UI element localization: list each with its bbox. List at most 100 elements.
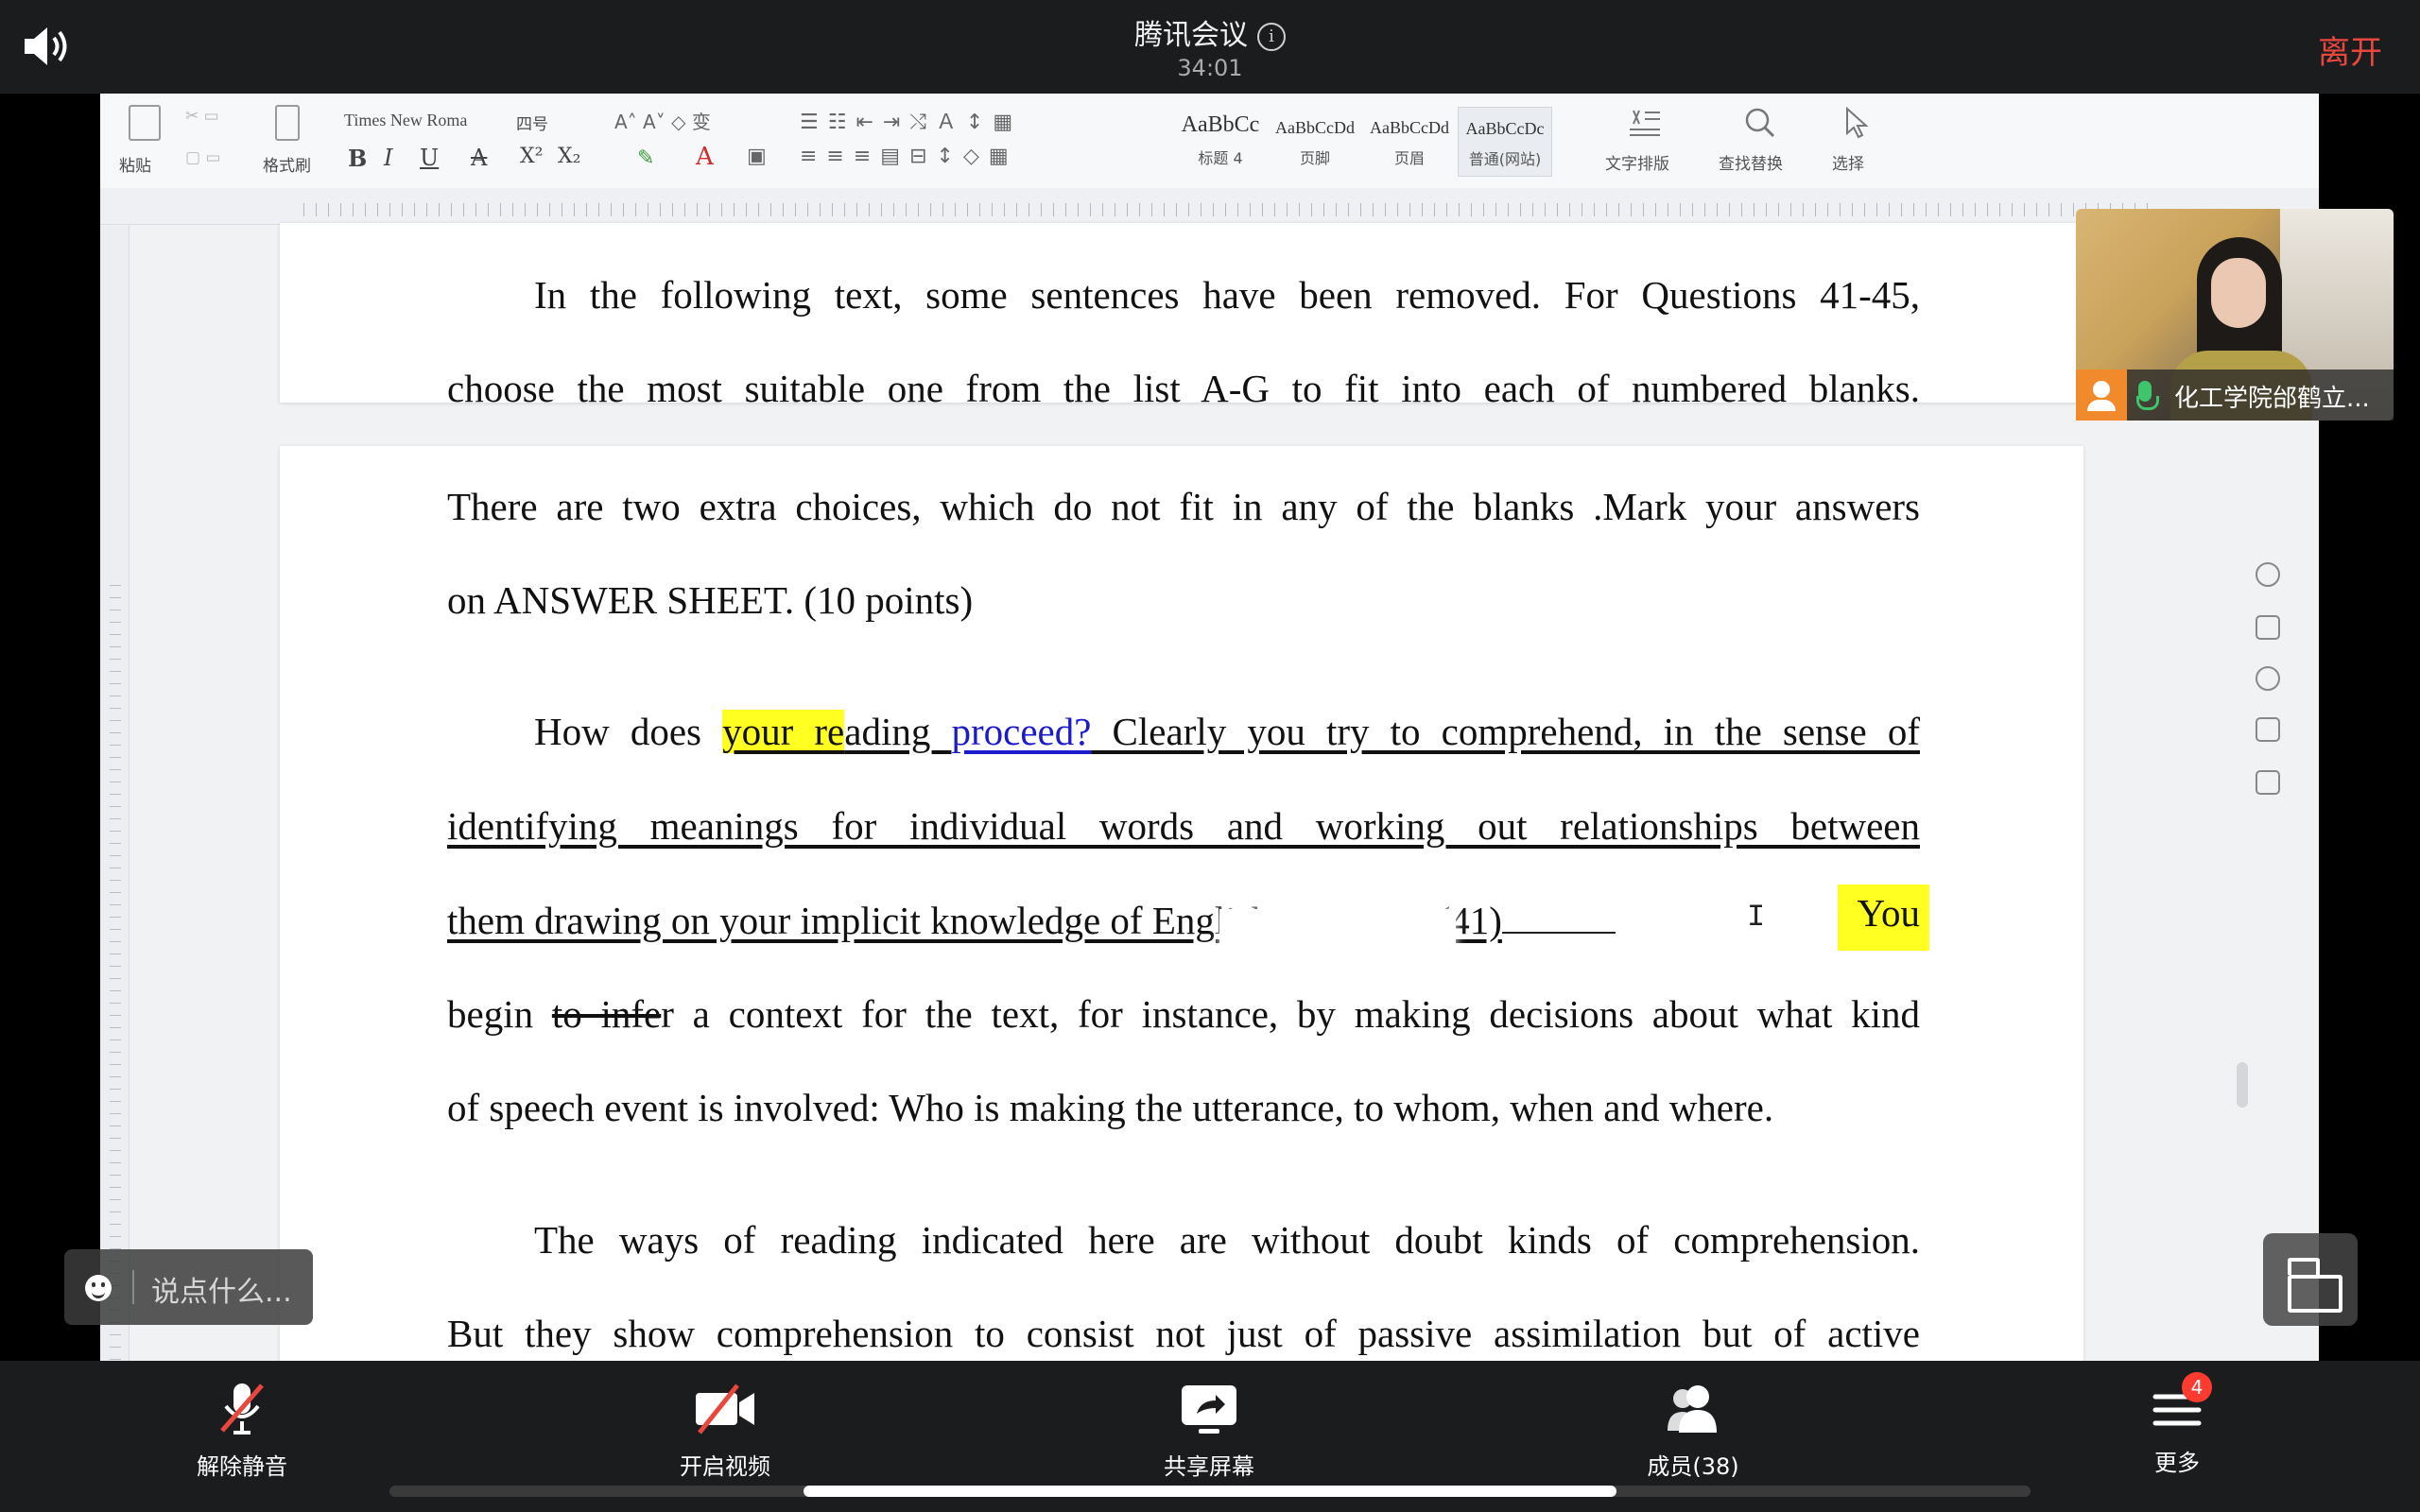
list-tools-icon[interactable]: ☰☷⇤⇥⤭Ａ↕▦ xyxy=(800,105,1022,135)
font-size-select[interactable]: 四号 xyxy=(516,111,548,134)
underline-button[interactable]: U xyxy=(420,145,439,171)
chat-placeholder: 说点什么... xyxy=(151,1276,292,1309)
style-sample: AaBbCcDd xyxy=(1275,118,1355,137)
mic-muted-icon xyxy=(220,1383,264,1435)
text-cursor-icon: I xyxy=(1747,900,1766,935)
layout-icon xyxy=(2288,1275,2342,1313)
emoji-icon[interactable] xyxy=(85,1275,112,1301)
subscript-button[interactable]: X₂ xyxy=(558,145,580,168)
notification-badge: 4 xyxy=(2182,1372,2212,1402)
members-button[interactable]: 成员(38) xyxy=(1589,1380,1797,1481)
participant-face xyxy=(2211,258,2266,328)
help-icon[interactable] xyxy=(2256,562,2280,587)
layout-icon xyxy=(2288,1258,2320,1275)
horizontal-ruler[interactable] xyxy=(100,188,2319,225)
share-screen-button[interactable]: 共享屏幕 xyxy=(1105,1380,1313,1481)
style-footer[interactable]: AaBbCcDd 页脚 xyxy=(1269,107,1361,175)
style-header[interactable]: AaBbCcDd 页眉 xyxy=(1363,107,1456,175)
copy-icon[interactable]: ▢ ▭ xyxy=(185,148,221,167)
highlighted-text: You xyxy=(1838,885,1929,951)
info-icon[interactable]: i xyxy=(1257,23,1286,51)
style-sample: AaBbCcDc xyxy=(1465,119,1545,138)
spell-check-popup[interactable] xyxy=(1219,909,1456,971)
find-replace-button[interactable]: 查找替换 xyxy=(1719,150,1783,174)
layout-switch-button[interactable] xyxy=(2263,1233,2358,1326)
style-normal-web[interactable]: AaBbCcDc 普通(网站) xyxy=(1458,107,1552,177)
paste-button[interactable]: 粘贴 xyxy=(119,152,151,176)
doc-line[interactable]: In the following text, some sentences ha… xyxy=(534,272,1920,318)
format-painter-icon[interactable] xyxy=(275,105,300,141)
unmute-label: 解除静音 xyxy=(197,1453,287,1480)
camera-off-icon xyxy=(696,1383,754,1435)
underlined-text: Clearly you try to comprehend, in the se… xyxy=(1091,710,1920,753)
doc-line[interactable]: choose the most suitable one from the li… xyxy=(447,366,1920,411)
bold-button[interactable]: B xyxy=(348,145,367,172)
blue-text: proceed? xyxy=(951,710,1092,753)
more-icon: 4 xyxy=(2144,1372,2212,1438)
text-run: begin xyxy=(447,992,552,1036)
compass-icon[interactable] xyxy=(2256,666,2280,691)
style-sample: AaBbCc xyxy=(1181,112,1260,137)
home-indicator[interactable] xyxy=(804,1486,1616,1497)
right-side-toolbar xyxy=(2227,273,2312,1361)
vertical-ruler[interactable] xyxy=(100,226,130,1361)
font-grow-icon[interactable]: A˄ A˅ ◇ 变 xyxy=(614,107,711,134)
doc-line[interactable]: How does your reading proceed? Clearly y… xyxy=(534,709,1920,754)
leave-button[interactable]: 离开 xyxy=(2318,26,2382,73)
start-video-button[interactable]: 开启视频 xyxy=(621,1380,829,1481)
cut-icon[interactable]: ✂ ▭ xyxy=(185,107,219,126)
style-sample: AaBbCcDd xyxy=(1370,118,1449,137)
style-name: 标题 4 xyxy=(1198,149,1243,167)
members-label: 成员(38) xyxy=(1647,1453,1739,1480)
superscript-button[interactable]: X² xyxy=(520,145,543,168)
share-screen-icon xyxy=(1182,1385,1236,1434)
doc-line[interactable]: identifying meanings for individual word… xyxy=(447,803,1920,849)
strikethrough-button[interactable]: A xyxy=(471,145,487,171)
char-border-icon[interactable]: ▣ xyxy=(747,145,767,168)
paste-icon[interactable] xyxy=(129,105,161,141)
font-name-select[interactable]: Times New Roma xyxy=(344,111,467,130)
more-label: 更多 xyxy=(2154,1450,2200,1476)
members-icon xyxy=(1668,1385,1717,1433)
doc-line[interactable]: There are two extra choices, which do no… xyxy=(447,484,1920,529)
doc-line[interactable]: begin to infer a context for the text, f… xyxy=(447,991,1920,1037)
table-tools-icon[interactable] xyxy=(2256,770,2280,795)
style-name: 页脚 xyxy=(1299,149,1330,167)
divider xyxy=(132,1270,134,1304)
select-button[interactable]: 选择 xyxy=(1832,150,1864,174)
doc-line[interactable]: But they show comprehension to consist n… xyxy=(447,1311,1920,1356)
format-painter-button[interactable]: 格式刷 xyxy=(263,152,311,176)
chat-input[interactable]: 说点什么... xyxy=(64,1249,313,1325)
unmute-button[interactable]: 解除静音 xyxy=(138,1380,346,1481)
share-screen-label: 共享屏幕 xyxy=(1164,1453,1254,1480)
participant-name: 化工学院邰鹤立... xyxy=(2174,385,2370,413)
strikethrough-text: to infe xyxy=(551,992,662,1036)
doc-line[interactable]: of speech event is involved: Who is maki… xyxy=(447,1085,2022,1130)
search-icon[interactable] xyxy=(1741,107,1779,139)
wps-ribbon: 粘贴 ✂ ▭ ▢ ▭ 格式刷 Times New Roma 四号 A˄ A˅ ◇… xyxy=(100,94,2319,189)
style-name: 普通(网站) xyxy=(1468,150,1542,168)
scrollbar-thumb[interactable] xyxy=(2237,1062,2248,1108)
style-heading4[interactable]: AaBbCc 标题 4 xyxy=(1174,107,1267,175)
book-icon[interactable] xyxy=(2256,717,2280,742)
text-layout-icon[interactable] xyxy=(1626,107,1664,139)
host-icon xyxy=(2076,369,2127,421)
select-cursor-icon[interactable] xyxy=(1838,106,1876,139)
more-button[interactable]: 4 更多 xyxy=(2073,1372,2281,1477)
font-color-icon[interactable]: A xyxy=(696,143,714,171)
text-run: r a context for the text, for instance, … xyxy=(661,992,1920,1036)
page-settings-icon[interactable] xyxy=(2256,615,2280,640)
doc-line[interactable]: The ways of reading indicated here are w… xyxy=(534,1217,1920,1263)
answer-blank[interactable] xyxy=(1501,903,1616,934)
italic-button[interactable]: I xyxy=(384,145,392,171)
text-run: How does xyxy=(534,710,723,753)
start-video-label: 开启视频 xyxy=(680,1453,770,1480)
doc-line[interactable]: on ANSWER SHEET. (10 points) xyxy=(447,577,2022,623)
text-layout-button[interactable]: 文字排版 xyxy=(1605,150,1669,174)
meeting-title-text: 腾讯会议 xyxy=(1134,19,1248,52)
highlight-color-icon[interactable]: ✎ xyxy=(637,146,654,170)
underlined-text: ading xyxy=(844,710,952,753)
doc-line[interactable]: them drawing on your implicit knowledge … xyxy=(447,885,1929,951)
align-tools-icon[interactable]: ≡≡≡▤⊟↕◇▦ xyxy=(800,145,1018,168)
meeting-title: 腾讯会议 i xyxy=(0,11,2420,53)
